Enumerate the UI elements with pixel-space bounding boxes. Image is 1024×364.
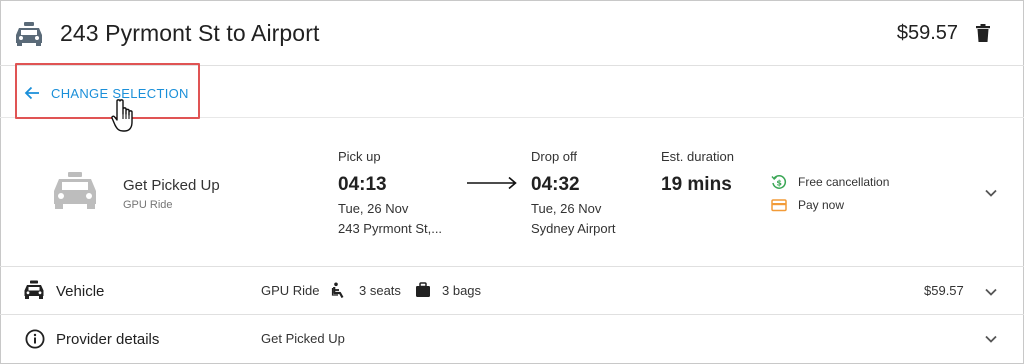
vehicle-price: $59.57 [924, 283, 964, 298]
vehicle-bags: 3 bags [442, 283, 482, 298]
arrow-right-icon [467, 176, 517, 190]
booking-header: 243 Pyrmont St to Airport $59.57 [0, 0, 1024, 66]
pickup-date: Tue, 26 Nov [338, 201, 409, 216]
car-icon [54, 172, 96, 209]
trash-icon[interactable] [976, 24, 990, 42]
chevron-down-icon[interactable] [984, 188, 998, 198]
dropoff-date: Tue, 26 Nov [531, 201, 602, 216]
credit-card-icon [771, 199, 787, 212]
provider-details-value: Get Picked Up [261, 331, 345, 346]
total-price: $59.57 [896, 22, 958, 44]
luggage-icon [416, 282, 430, 297]
dropoff-place: Sydney Airport [531, 221, 616, 236]
perk-label: Pay now [798, 198, 845, 212]
pickup-label: Pick up [338, 149, 381, 164]
duration-value: 19 mins [661, 174, 732, 195]
ride-type: GPU Ride [123, 199, 173, 211]
vehicle-ride-type: GPU Ride [261, 283, 320, 298]
vehicle-title: Vehicle [56, 283, 105, 300]
vehicle-seats: 3 seats [359, 283, 401, 298]
taxi-icon [24, 280, 44, 299]
taxi-icon [16, 22, 42, 46]
chevron-down-icon[interactable] [984, 287, 998, 297]
pay-now: Pay now [771, 197, 844, 213]
provider-name: Get Picked Up [123, 177, 220, 194]
pickup-place: 243 Pyrmont St,... [338, 221, 443, 236]
info-icon [25, 329, 45, 349]
perk-label: Free cancellation [798, 175, 890, 189]
free-cancellation: $ Free cancellation [771, 174, 889, 190]
vehicle-row[interactable] [0, 267, 1024, 315]
chevron-down-icon[interactable] [984, 334, 998, 344]
provider-details-title: Provider details [56, 331, 160, 348]
arrow-left-icon [24, 86, 39, 100]
duration-label: Est. duration [661, 149, 734, 164]
page-title: 243 Pyrmont St to Airport [60, 20, 320, 46]
svg-text:$: $ [776, 179, 782, 188]
change-selection-button[interactable]: CHANGE SELECTION [24, 83, 189, 103]
dropoff-label: Drop off [531, 149, 578, 164]
dropoff-time: 04:32 [531, 174, 580, 195]
seat-icon [331, 282, 344, 298]
refund-icon: $ [771, 175, 787, 189]
pickup-time: 04:13 [338, 174, 387, 195]
